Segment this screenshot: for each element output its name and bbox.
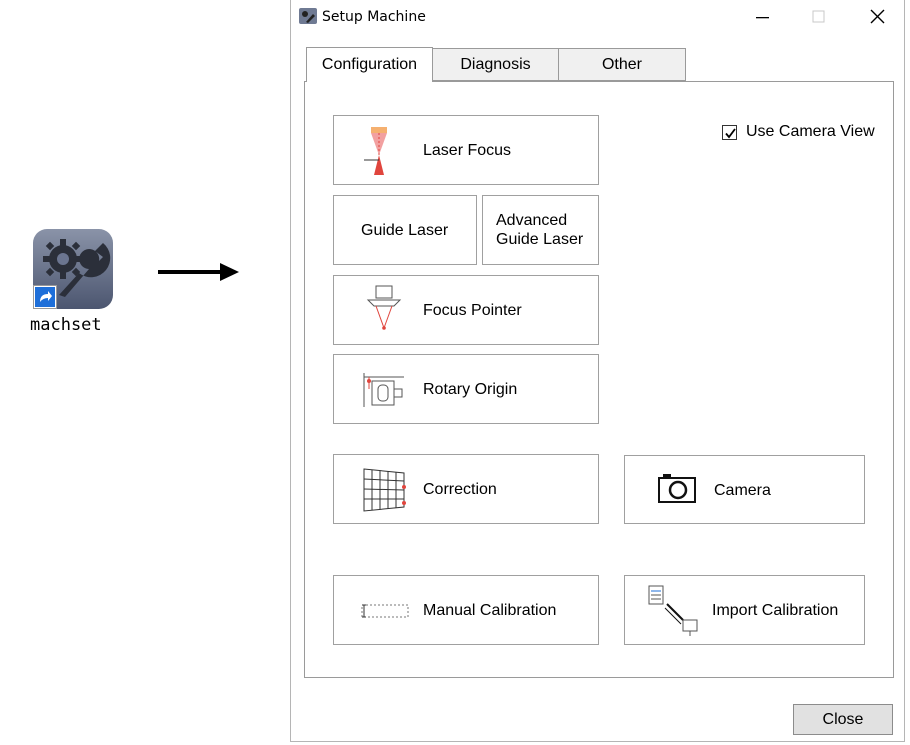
window-title: Setup Machine <box>322 9 426 25</box>
minimize-button[interactable] <box>743 4 783 30</box>
focus-pointer-label: Focus Pointer <box>423 302 522 319</box>
advanced-guide-laser-label-line1: Advanced <box>496 212 568 229</box>
manual-calibration-button[interactable]: Manual Calibration <box>333 575 599 645</box>
tab-configuration[interactable]: Configuration <box>306 47 433 82</box>
close-window-button[interactable] <box>857 4 897 30</box>
manual-calibration-icon <box>361 604 409 618</box>
manual-calibration-label: Manual Calibration <box>423 602 557 619</box>
rotary-origin-button[interactable]: Rotary Origin <box>333 354 599 424</box>
camera-label: Camera <box>714 482 771 499</box>
use-camera-view-label: Use Camera View <box>746 123 875 140</box>
rotary-origin-icon <box>363 373 404 407</box>
setup-machine-window: Setup Machine Configuration Diagnosis Ot… <box>290 0 905 742</box>
import-calibration-icon <box>648 585 698 636</box>
checkbox-box[interactable] <box>722 125 737 140</box>
tab-diagnosis[interactable]: Diagnosis <box>432 48 559 81</box>
arrow-right-icon <box>158 262 240 287</box>
advanced-guide-laser-button[interactable]: Advanced Guide Laser <box>482 195 599 265</box>
correction-grid-icon <box>363 468 406 512</box>
shortcut-label: machset <box>30 315 102 335</box>
focus-pointer-icon <box>366 285 402 330</box>
correction-label: Correction <box>423 481 497 498</box>
correction-button[interactable]: Correction <box>333 454 599 524</box>
desktop-shortcut-machset[interactable]: machset <box>30 229 115 339</box>
import-calibration-label: Import Calibration <box>712 602 839 619</box>
focus-pointer-button[interactable]: Focus Pointer <box>333 275 599 345</box>
rotary-origin-label: Rotary Origin <box>423 381 518 398</box>
configuration-panel: Laser Focus Guide Laser Advanced Guide L… <box>304 81 894 678</box>
import-calibration-button[interactable]: Import Calibration <box>624 575 865 645</box>
guide-laser-label: Guide Laser <box>361 222 449 239</box>
shortcut-arrow-icon <box>33 285 57 309</box>
camera-button[interactable]: Camera <box>624 455 865 524</box>
checkmark-icon <box>725 128 736 139</box>
camera-icon <box>658 474 696 503</box>
laser-focus-label: Laser Focus <box>423 142 512 159</box>
app-gear-wrench-icon <box>299 8 317 24</box>
laser-focus-icon <box>364 127 387 175</box>
tab-other[interactable]: Other <box>558 48 686 81</box>
laser-focus-button[interactable]: Laser Focus <box>333 115 599 185</box>
close-button[interactable]: Close <box>793 704 893 735</box>
maximize-button[interactable] <box>799 4 839 30</box>
guide-laser-button[interactable]: Guide Laser <box>333 195 477 265</box>
advanced-guide-laser-label-line2: Guide Laser <box>496 231 584 248</box>
title-bar: Setup Machine <box>291 0 904 34</box>
